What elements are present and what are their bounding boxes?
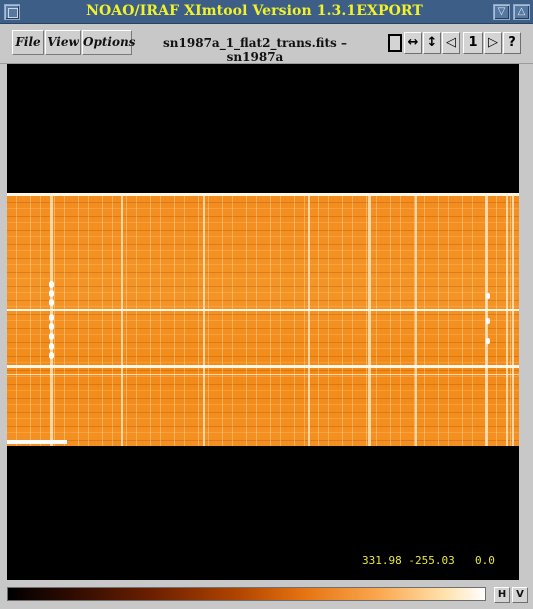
bright-spot <box>49 343 54 350</box>
vertical-arrows-icon[interactable]: ↕ <box>423 32 441 54</box>
maximize-icon[interactable]: △ <box>513 4 530 20</box>
window-title: NOAO/IRAF XImtool Version 1.3.1EXPORT <box>86 3 423 19</box>
bright-spot <box>49 352 54 359</box>
view-menu-button[interactable]: View <box>45 30 81 55</box>
bright-spot <box>49 290 54 297</box>
square-frame-icon[interactable] <box>388 34 402 52</box>
menu-bar: File View Options sn1987a_1_flat2_trans.… <box>0 24 533 64</box>
image-display[interactable]: 331.98 -255.03 0.0 <box>7 64 519 580</box>
vertical-streak <box>368 193 371 446</box>
help-icon[interactable]: ? <box>503 32 521 54</box>
vertical-scroll-button[interactable]: V <box>512 587 528 603</box>
vertical-streak <box>203 193 205 446</box>
next-arrow-icon[interactable]: ▷ <box>484 32 502 54</box>
window-titlebar[interactable]: NOAO/IRAF XImtool Version 1.3.1EXPORT ▽ … <box>0 0 533 24</box>
minimize-icon[interactable]: ▽ <box>493 4 510 20</box>
cursor-coordinates: 331.98 -255.03 <box>362 554 455 567</box>
bright-spot <box>49 281 54 288</box>
vertical-streak <box>415 193 417 446</box>
window-menu-icon[interactable] <box>4 4 20 20</box>
colorbar[interactable] <box>7 587 486 601</box>
frame-filename: sn1987a_1_flat2_trans.fits – sn1987a <box>163 36 347 64</box>
band-top-edge <box>7 193 519 196</box>
vertical-streak <box>506 193 508 446</box>
frame-number[interactable]: 1 <box>463 32 483 54</box>
bright-spot <box>49 314 54 321</box>
horizontal-scroll-button[interactable]: H <box>494 587 510 603</box>
vertical-streak <box>308 193 310 446</box>
horizontal-line <box>7 365 519 368</box>
file-menu-button[interactable]: File <box>12 30 44 55</box>
bright-spot <box>49 333 54 340</box>
bright-spot <box>486 318 490 324</box>
options-menu-button[interactable]: Options <box>82 30 135 55</box>
bright-spot <box>49 323 54 330</box>
prev-arrow-icon[interactable]: ◁ <box>442 32 460 54</box>
horizontal-arrows-icon[interactable]: ↔ <box>404 32 422 54</box>
pixel-value: 0.0 <box>475 554 495 567</box>
horizontal-line <box>7 374 519 375</box>
horizontal-line <box>7 309 519 311</box>
bright-spot <box>486 338 490 344</box>
band-bottom-edge <box>7 440 67 444</box>
vertical-streak <box>121 193 123 446</box>
spectrum-image <box>7 193 519 446</box>
bright-spot <box>486 293 490 299</box>
bright-spot <box>49 299 54 306</box>
vertical-streak <box>512 193 514 446</box>
